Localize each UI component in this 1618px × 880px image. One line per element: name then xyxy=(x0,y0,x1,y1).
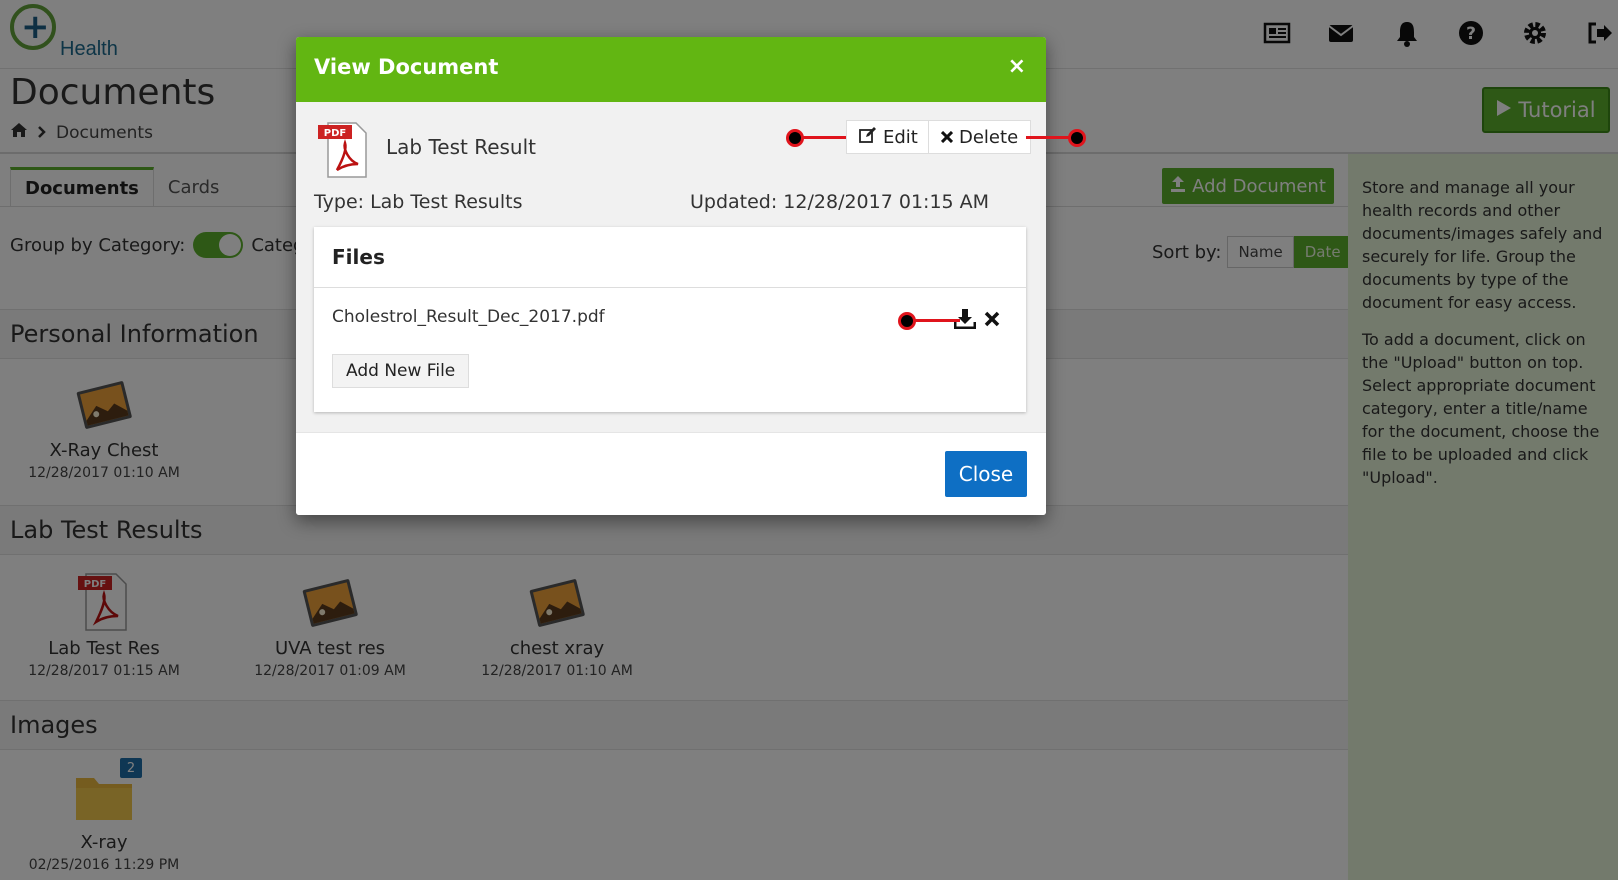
document-updated: Updated: 12/28/2017 01:15 AM xyxy=(690,191,990,213)
close-button[interactable]: Close xyxy=(945,451,1027,497)
files-header: Files xyxy=(314,227,1026,288)
close-icon[interactable]: × xyxy=(1008,54,1026,79)
remove-file-icon[interactable] xyxy=(984,311,1000,331)
view-document-modal: View Document × PDF Lab Test Result Edit… xyxy=(296,37,1046,515)
svg-text:PDF: PDF xyxy=(324,128,346,139)
modal-header: View Document × xyxy=(296,37,1046,102)
files-heading: Files xyxy=(332,245,385,269)
edit-label: Edit xyxy=(883,126,918,148)
delete-label: Delete xyxy=(959,126,1019,148)
add-new-file-button[interactable]: Add New File xyxy=(332,354,470,388)
file-actions xyxy=(953,309,1000,333)
document-name: Lab Test Result xyxy=(386,135,536,159)
annotation-dot xyxy=(898,312,916,330)
modal-footer: Close xyxy=(296,432,1046,515)
modal-title: View Document xyxy=(314,55,499,79)
annotation-dot xyxy=(1068,129,1086,147)
file-name[interactable]: Cholestrol_Result_Dec_2017.pdf xyxy=(332,307,605,327)
edit-icon xyxy=(859,126,877,148)
pdf-icon: PDF xyxy=(316,121,372,179)
document-type: Type: Lab Test Results xyxy=(314,191,523,213)
annotation-dot xyxy=(786,129,804,147)
edit-button[interactable]: Edit xyxy=(846,120,931,154)
x-icon xyxy=(940,127,954,148)
delete-button[interactable]: Delete xyxy=(928,120,1032,154)
